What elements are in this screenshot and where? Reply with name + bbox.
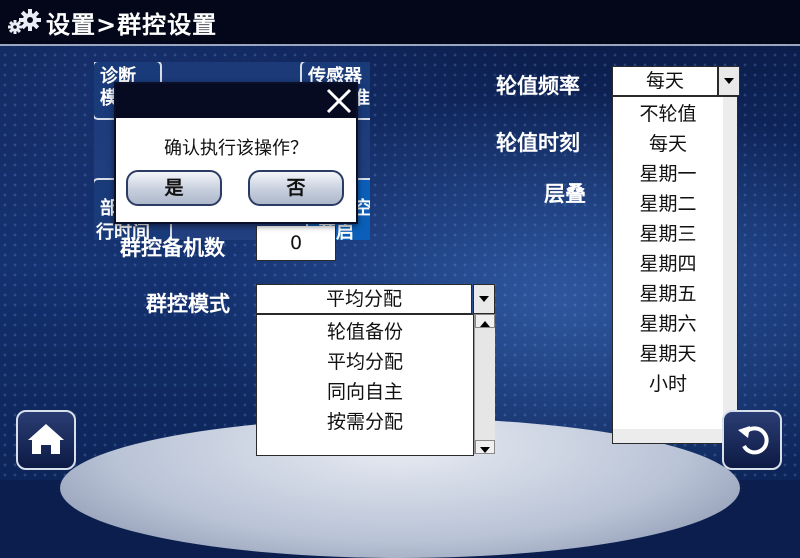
control-mode-select[interactable]: 平均分配 xyxy=(256,284,472,314)
rotation-freq-options: 不轮值 每天 星期一 星期二 星期三 星期四 星期五 星期六 星期天 小时 xyxy=(612,96,738,444)
scroll-up-button[interactable] xyxy=(475,314,495,328)
rotation-freq-select[interactable]: 每天 xyxy=(612,66,718,96)
scroll-down-button[interactable] xyxy=(475,440,495,454)
list-item[interactable]: 星期一 xyxy=(613,159,723,186)
title-bar: 设置>群控设置 xyxy=(0,0,800,46)
chevron-up-icon xyxy=(480,321,490,327)
dialog-message: 确认执行该操作？ xyxy=(164,138,308,159)
standby-count-label: 群控备机数 xyxy=(120,236,225,260)
dialog-header xyxy=(116,84,356,118)
home-button[interactable] xyxy=(16,410,76,470)
list-item[interactable]: 不轮值 xyxy=(613,99,723,126)
chevron-down-icon xyxy=(724,78,734,84)
list-item[interactable]: 轮值备份 xyxy=(257,317,473,344)
list-item[interactable]: 星期四 xyxy=(613,249,723,276)
close-icon[interactable] xyxy=(324,86,354,116)
back-icon xyxy=(738,426,769,455)
control-mode-dropdown-button[interactable] xyxy=(473,284,495,314)
list-item[interactable]: 星期三 xyxy=(613,219,723,246)
list-item[interactable]: 星期二 xyxy=(613,189,723,216)
list-item[interactable]: 星期六 xyxy=(613,309,723,336)
list-item[interactable]: 小时 xyxy=(613,369,723,396)
standby-count-field[interactable]: 0 xyxy=(256,226,336,261)
list-scroll-track xyxy=(723,97,737,443)
rotation-time-label: 轮值时刻 xyxy=(496,131,580,155)
floor-layer-label: 层叠 xyxy=(544,182,586,206)
list-item[interactable]: 每天 xyxy=(613,129,723,156)
no-button[interactable]: 否 xyxy=(248,170,344,206)
list-scroll-track xyxy=(613,429,737,443)
rotation-freq-dropdown-button[interactable] xyxy=(718,66,740,96)
back-button[interactable] xyxy=(722,410,782,470)
list-item[interactable]: 星期天 xyxy=(613,339,723,366)
list-item[interactable]: 星期五 xyxy=(613,279,723,306)
chevron-down-icon xyxy=(480,447,490,453)
control-mode-label: 群控模式 xyxy=(146,292,230,316)
control-mode-scrollbar[interactable] xyxy=(474,314,495,454)
control-mode-options: 轮值备份 平均分配 同向自主 按需分配 xyxy=(256,314,474,456)
page-title: 设置>群控设置 xyxy=(46,11,218,39)
rotation-freq-label: 轮值频率 xyxy=(496,74,580,98)
confirm-dialog: 确认执行该操作？ 是 否 xyxy=(114,82,358,224)
yes-button[interactable]: 是 xyxy=(126,170,222,206)
list-item[interactable]: 平均分配 xyxy=(257,347,473,374)
home-icon xyxy=(28,424,64,454)
list-item[interactable]: 按需分配 xyxy=(257,407,473,434)
chevron-down-icon xyxy=(479,296,489,302)
gear-icon xyxy=(8,9,41,34)
list-item[interactable]: 同向自主 xyxy=(257,377,473,404)
